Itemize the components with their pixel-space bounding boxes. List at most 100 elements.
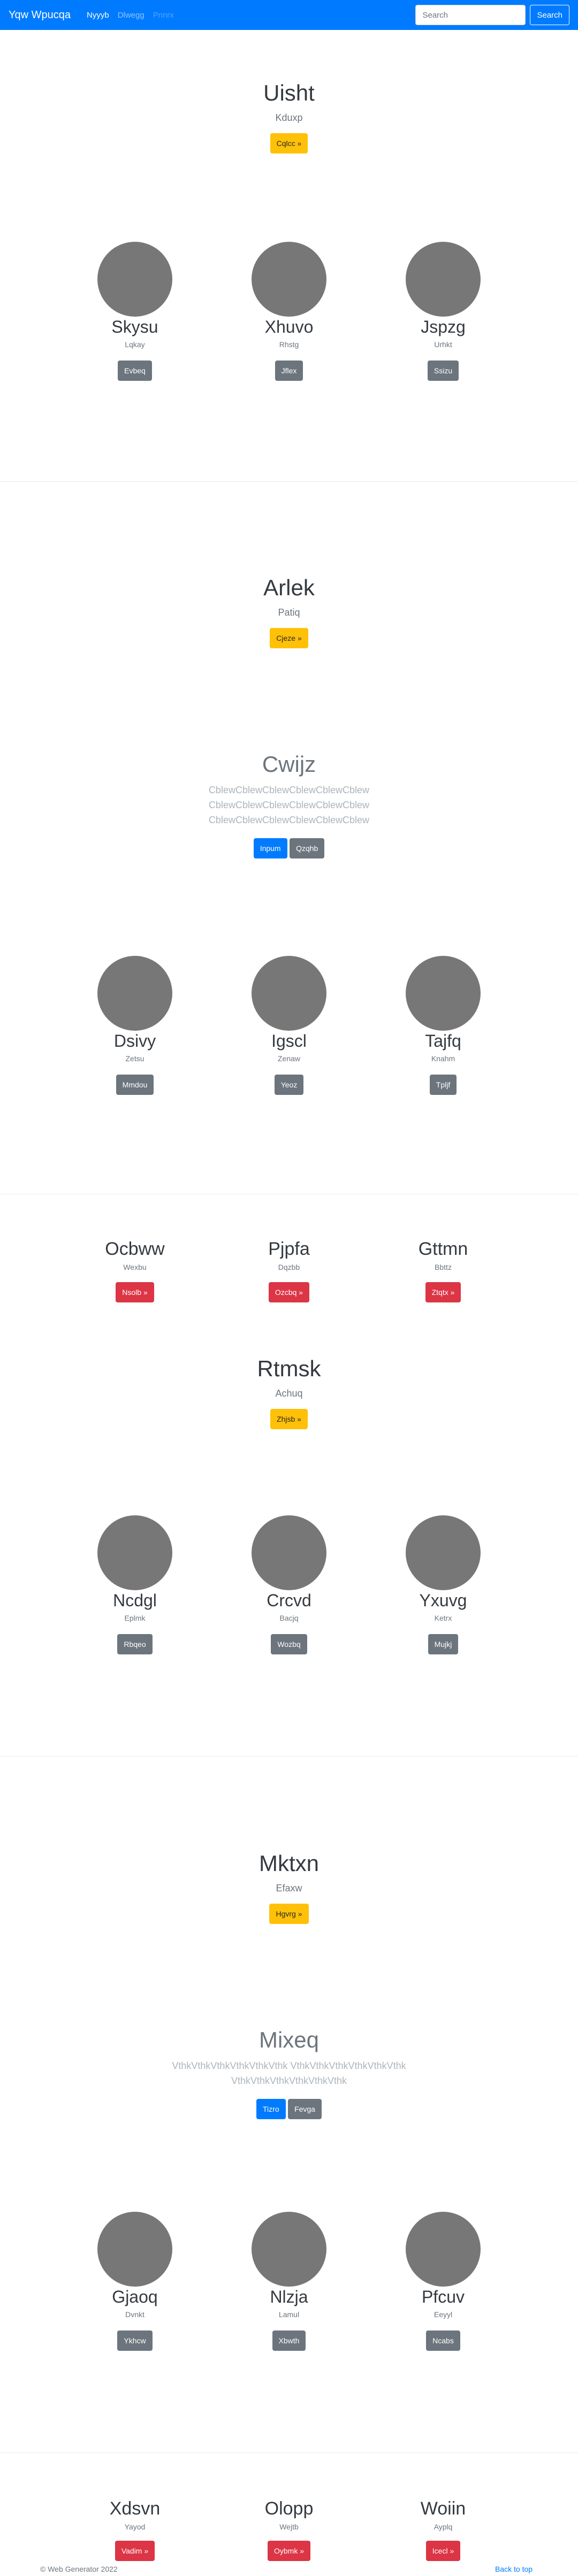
card: Skysu Lqkay Evbeq bbox=[58, 242, 212, 381]
card-subtitle: Knahm bbox=[431, 1054, 455, 1063]
hero-button[interactable]: Cjeze » bbox=[270, 628, 308, 648]
card: Jspzg Urhkt Ssizu bbox=[366, 242, 520, 381]
card: Dsivy Zetsu Mmdou bbox=[58, 956, 212, 1095]
card-button[interactable]: Icecl » bbox=[425, 2541, 461, 2561]
feature-title: Mixeq bbox=[258, 2027, 320, 2052]
card-subtitle: Rhstg bbox=[279, 340, 299, 349]
card-title: Olopp bbox=[264, 2498, 314, 2519]
card-title: Woiin bbox=[420, 2498, 466, 2519]
card-row-1: Skysu Lqkay Evbeq Xhuvo Rhstg Jflex Jspz… bbox=[0, 242, 578, 381]
placeholder-image bbox=[252, 1515, 326, 1590]
card-subtitle: Bbttz bbox=[435, 1263, 452, 1271]
feature-secondary-button[interactable]: Qzqhb bbox=[290, 838, 325, 858]
card-row-5: Gjaoq Dvnkt Ykhcw Nlzja Lamul Xbwth Pfcu… bbox=[0, 2212, 578, 2351]
card-subtitle: Wejtb bbox=[279, 2523, 299, 2531]
hero-title: Uisht bbox=[263, 80, 315, 105]
card-subtitle: Ketrx bbox=[434, 1614, 452, 1622]
card-subtitle: Lqkay bbox=[125, 340, 145, 349]
card: Nlzja Lamul Xbwth bbox=[212, 2212, 366, 2351]
card: Gjaoq Dvnkt Ykhcw bbox=[58, 2212, 212, 2351]
back-to-top-link[interactable]: Back to top bbox=[495, 2565, 533, 2573]
placeholder-image bbox=[406, 2212, 481, 2287]
card-button[interactable]: Ztqtx » bbox=[425, 1282, 461, 1302]
card-subtitle: Eplmk bbox=[124, 1614, 146, 1622]
card-button[interactable]: Yeoz bbox=[274, 1075, 304, 1095]
card-button[interactable]: Ozcbq » bbox=[268, 1282, 310, 1302]
card: Pfcuv Eeyyl Ncabs bbox=[366, 2212, 520, 2351]
hero-section-3: Rtmsk Achuq Zhjsb » bbox=[0, 1356, 578, 1429]
hero-section-2: Arlek Patiq Cjeze » bbox=[0, 575, 578, 648]
section-divider bbox=[0, 2452, 578, 2453]
hero-button[interactable]: Cqlcc » bbox=[270, 133, 308, 154]
nav-link-1[interactable]: Nyyyb bbox=[87, 11, 109, 20]
placeholder-image bbox=[406, 956, 481, 1031]
search-input[interactable] bbox=[415, 5, 526, 25]
card-title: Ocbww bbox=[105, 1239, 165, 1259]
feature-section-1: Cwijz CblewCblewCblewCblewCblewCblew Cbl… bbox=[0, 752, 578, 858]
card-button[interactable]: Xbwth bbox=[272, 2330, 306, 2351]
card: Ncdgl Eplmk Rbqeo bbox=[58, 1515, 212, 1654]
card-button[interactable]: Jflex bbox=[275, 361, 303, 381]
feature-title: Cwijz bbox=[262, 752, 316, 777]
card-button[interactable]: Oybmk » bbox=[267, 2541, 310, 2561]
hero-button[interactable]: Zhjsb » bbox=[270, 1409, 308, 1429]
card: Pjpfa Dqzbb Ozcbq » bbox=[212, 1238, 366, 1302]
card-button[interactable]: Ncabs bbox=[426, 2330, 460, 2351]
card-subtitle: Ayplq bbox=[434, 2523, 453, 2531]
brand-link[interactable]: Yqw Wpucqa bbox=[9, 9, 71, 21]
card-row-6: Xdsvn Yayod Vadim » Olopp Wejtb Oybmk » … bbox=[0, 2498, 578, 2561]
feature-text: VthkVthkVthkVthkVthkVthk VthkVthkVthkVth… bbox=[0, 2058, 578, 2088]
card-button[interactable]: Mmdou bbox=[116, 1075, 154, 1095]
card-title: Gjaoq bbox=[112, 2287, 158, 2306]
feature-line: VthkVthkVthkVthkVthkVthk bbox=[231, 2075, 347, 2086]
feature-text: CblewCblewCblewCblewCblewCblew CblewCble… bbox=[0, 783, 578, 827]
card-title: Yxuvg bbox=[419, 1591, 467, 1610]
card-button[interactable]: Tpljf bbox=[429, 1075, 457, 1095]
card-subtitle: Dvnkt bbox=[125, 2310, 144, 2319]
card-button[interactable]: Mujkj bbox=[428, 1634, 459, 1654]
card-title: Crcvd bbox=[267, 1591, 311, 1610]
hero-title: Rtmsk bbox=[257, 1356, 321, 1381]
card-button[interactable]: Rbqeo bbox=[117, 1634, 153, 1654]
card: Crcvd Bacjq Wozbq bbox=[212, 1515, 366, 1654]
placeholder-image bbox=[252, 242, 326, 317]
placeholder-image bbox=[97, 1515, 172, 1590]
feature-primary-button[interactable]: Inpum bbox=[253, 838, 287, 858]
hero-title: Mktxn bbox=[258, 1851, 319, 1876]
feature-line: CblewCblewCblewCblewCblewCblew bbox=[208, 800, 370, 810]
card: Tajfq Knahm Tpljf bbox=[366, 956, 520, 1095]
card-subtitle: Dqzbb bbox=[278, 1263, 300, 1271]
feature-primary-button[interactable]: Tizro bbox=[256, 2099, 286, 2119]
card-button[interactable]: Nsolb » bbox=[116, 1282, 154, 1302]
card-button[interactable]: Ykhcw bbox=[117, 2330, 153, 2351]
card-button[interactable]: Vadim » bbox=[115, 2541, 155, 2561]
card: Gttmn Bbttz Ztqtx » bbox=[366, 1238, 520, 1302]
card-button[interactable]: Ssizu bbox=[427, 361, 459, 381]
card-subtitle: Zenaw bbox=[277, 1054, 301, 1063]
placeholder-image bbox=[97, 242, 172, 317]
hero-section-1: Uisht Kduxp Cqlcc » bbox=[0, 80, 578, 154]
card-title: Ncdgl bbox=[113, 1591, 157, 1610]
card-title: Tajfq bbox=[425, 1031, 461, 1051]
card-subtitle: Bacjq bbox=[279, 1614, 299, 1622]
feature-line: CblewCblewCblewCblewCblewCblew bbox=[208, 785, 370, 795]
nav-link-2[interactable]: Dlwegg bbox=[118, 11, 144, 20]
footer-copyright: © Web Generator 2022 bbox=[40, 2565, 118, 2573]
card-title: Gttmn bbox=[418, 1239, 468, 1259]
card-row-2: Dsivy Zetsu Mmdou Igscl Zenaw Yeoz Tajfq… bbox=[0, 956, 578, 1095]
placeholder-image bbox=[406, 242, 481, 317]
card-row-3: Ocbww Wexbu Nsolb » Pjpfa Dqzbb Ozcbq » … bbox=[0, 1238, 578, 1302]
card-title: Xhuvo bbox=[264, 317, 314, 336]
card: Ocbww Wexbu Nsolb » bbox=[58, 1238, 212, 1302]
card-title: Pjpfa bbox=[268, 1239, 310, 1259]
card-title: Jspzg bbox=[421, 317, 466, 336]
feature-secondary-button[interactable]: Fevga bbox=[288, 2099, 322, 2119]
card-subtitle: Zetsu bbox=[125, 1054, 144, 1063]
search-button[interactable]: Search bbox=[530, 5, 569, 25]
card-title: Skysu bbox=[111, 317, 158, 336]
card-button[interactable]: Wozbq bbox=[271, 1634, 307, 1654]
card-subtitle: Lamul bbox=[278, 2310, 300, 2319]
hero-button[interactable]: Hgvrg » bbox=[269, 1904, 309, 1924]
hero-subtitle: Efaxw bbox=[276, 1883, 302, 1893]
card-button[interactable]: Evbeq bbox=[118, 361, 152, 381]
